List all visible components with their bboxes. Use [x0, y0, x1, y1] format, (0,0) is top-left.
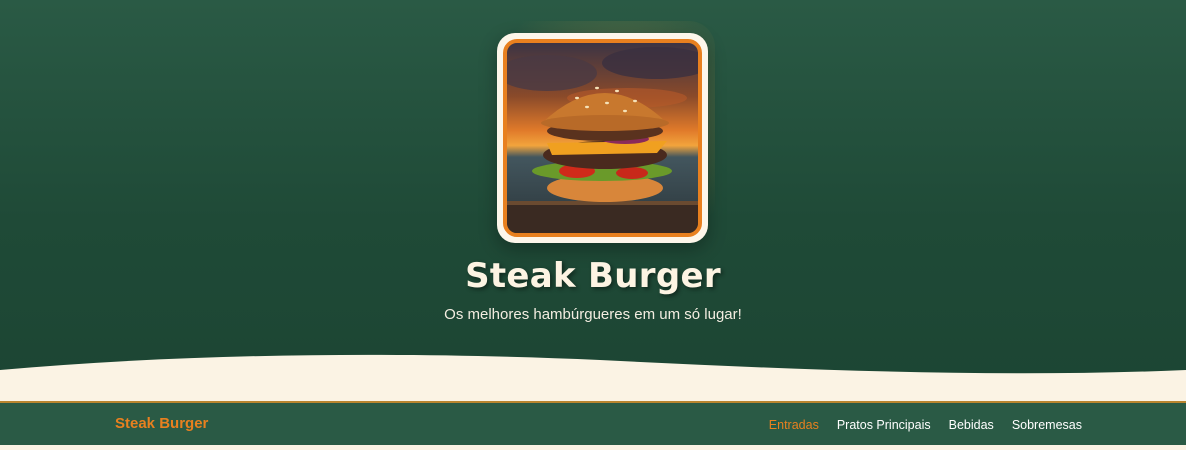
logo-frame: [497, 33, 708, 243]
nav-links: Entradas Pratos Principais Bebidas Sobre…: [769, 418, 1082, 432]
nav-link-entradas[interactable]: Entradas: [769, 418, 819, 432]
navbar-brand[interactable]: Steak Burger: [115, 415, 208, 432]
burger-logo-image: [503, 39, 702, 237]
nav-link-pratos-principais[interactable]: Pratos Principais: [837, 418, 931, 432]
page-subtitle: Os melhores hambúrgueres em um só lugar!: [444, 306, 742, 323]
logo-container: [485, 21, 715, 249]
main-navbar: Steak Burger Entradas Pratos Principais …: [0, 401, 1186, 445]
hero-section: Steak Burger Os melhores hambúrgueres em…: [0, 0, 1186, 400]
nav-link-sobremesas[interactable]: Sobremesas: [1012, 418, 1082, 432]
nav-link-bebidas[interactable]: Bebidas: [949, 418, 994, 432]
page-title: Steak Burger: [465, 256, 721, 296]
wave-divider: [0, 354, 1186, 400]
